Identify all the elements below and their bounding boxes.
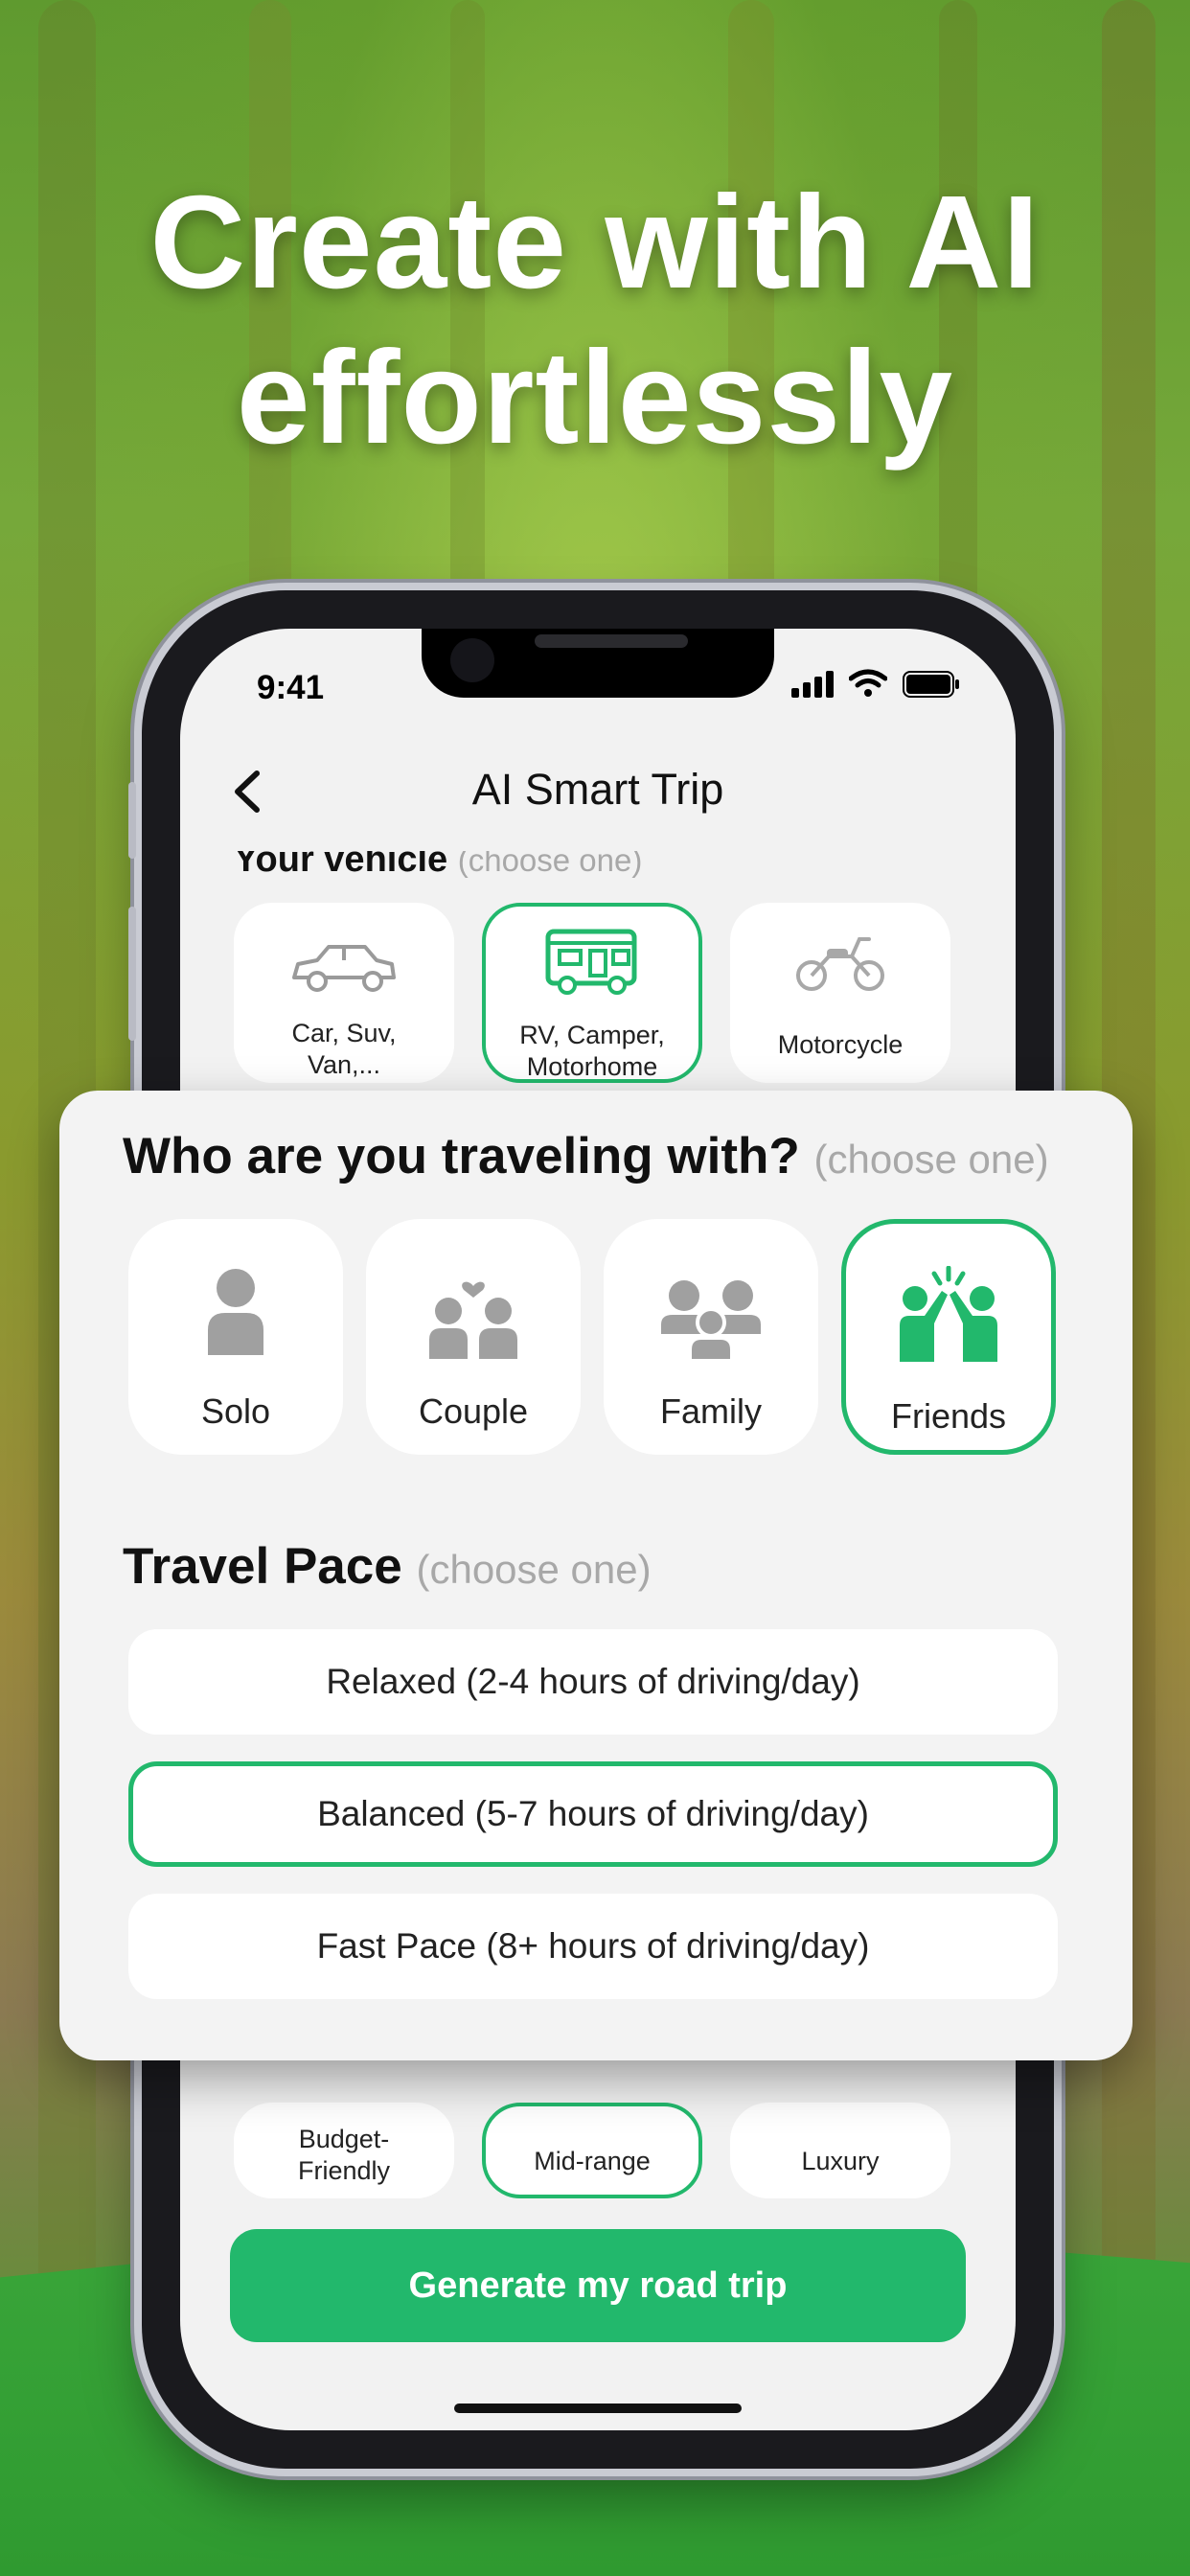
motorcycle-icon (796, 937, 884, 991)
headline-line-1: Create with AI (149, 169, 1041, 316)
home-indicator[interactable] (454, 2404, 742, 2413)
generate-trip-button[interactable]: Generate my road trip (230, 2229, 966, 2342)
headline: Create with AI effortlessly (0, 165, 1190, 475)
budget-option-mid-range[interactable]: Mid-range (482, 2103, 702, 2198)
pace-hint: (choose one) (416, 1547, 652, 1592)
budget-option-label-1: Budget- (298, 2125, 390, 2153)
budget-option-label-1: Luxury (801, 2147, 880, 2175)
floating-preferences-card: Who are you traveling with? (choose one)… (59, 1091, 1133, 2060)
battery-icon (903, 671, 959, 698)
companion-option-label: Friends (890, 1396, 1007, 1436)
family-icon (661, 1280, 761, 1363)
camera-icon (450, 638, 494, 682)
page-title: AI Smart Trip (471, 765, 724, 814)
wifi-icon (849, 669, 887, 697)
rv-icon (545, 929, 637, 995)
budget-option-budget-friendly[interactable]: Budget- Friendly (234, 2103, 454, 2198)
pace-section-title: Travel Pace (choose one) (123, 1537, 652, 1596)
solo-person-icon (208, 1269, 263, 1355)
vehicle-option-car[interactable]: Car, Suv, Van,... (234, 903, 454, 1083)
status-icons (791, 669, 960, 698)
vehicle-option-label-2: Motorhome (526, 1052, 658, 1081)
couple-icon (429, 1281, 517, 1359)
companion-option-solo[interactable]: Solo (128, 1219, 343, 1455)
companion-option-label: Solo (200, 1392, 271, 1431)
cellular-signal-icon (791, 671, 834, 698)
companion-option-family[interactable]: Family (604, 1219, 818, 1455)
companion-option-friends[interactable]: Friends (841, 1219, 1056, 1455)
side-button (128, 782, 136, 859)
status-time: 9:41 (257, 669, 325, 706)
vehicle-option-label-2: Van,... (307, 1050, 381, 1079)
car-icon (292, 945, 396, 992)
vehicle-option-rv[interactable]: RV, Camper, Motorhome (482, 903, 702, 1083)
companion-option-couple[interactable]: Couple (366, 1219, 581, 1455)
companions-hint: (choose one) (813, 1137, 1049, 1182)
companions-title: Who are you traveling with? (123, 1128, 800, 1184)
headline-line-2: effortlessly (236, 324, 954, 472)
scroll-mask (180, 816, 1016, 851)
pace-title: Travel Pace (123, 1538, 402, 1595)
notch (422, 629, 774, 698)
companion-option-label: Couple (418, 1392, 529, 1431)
budget-option-label-2: Friendly (297, 2156, 391, 2185)
speaker-grille (535, 634, 688, 648)
companion-option-label: Family (660, 1392, 762, 1431)
budget-option-label-1: Mid-range (534, 2147, 651, 2175)
friends-high-five-icon (900, 1266, 997, 1362)
vehicle-option-label-1: Motorcycle (777, 1030, 904, 1059)
pace-option-fast[interactable]: Fast Pace (8+ hours of driving/day) (128, 1894, 1058, 1999)
pace-option-relaxed[interactable]: Relaxed (2-4 hours of driving/day) (128, 1629, 1058, 1735)
volume-button (128, 907, 136, 1041)
vehicle-option-motorcycle[interactable]: Motorcycle (730, 903, 950, 1083)
pace-option-balanced[interactable]: Balanced (5-7 hours of driving/day) (128, 1761, 1058, 1867)
vehicle-option-label-1: Car, Suv, (291, 1019, 397, 1047)
vehicle-option-label-1: RV, Camper, (519, 1021, 665, 1049)
companions-section-title: Who are you traveling with? (choose one) (123, 1127, 1049, 1185)
budget-option-luxury[interactable]: Luxury (730, 2103, 950, 2198)
